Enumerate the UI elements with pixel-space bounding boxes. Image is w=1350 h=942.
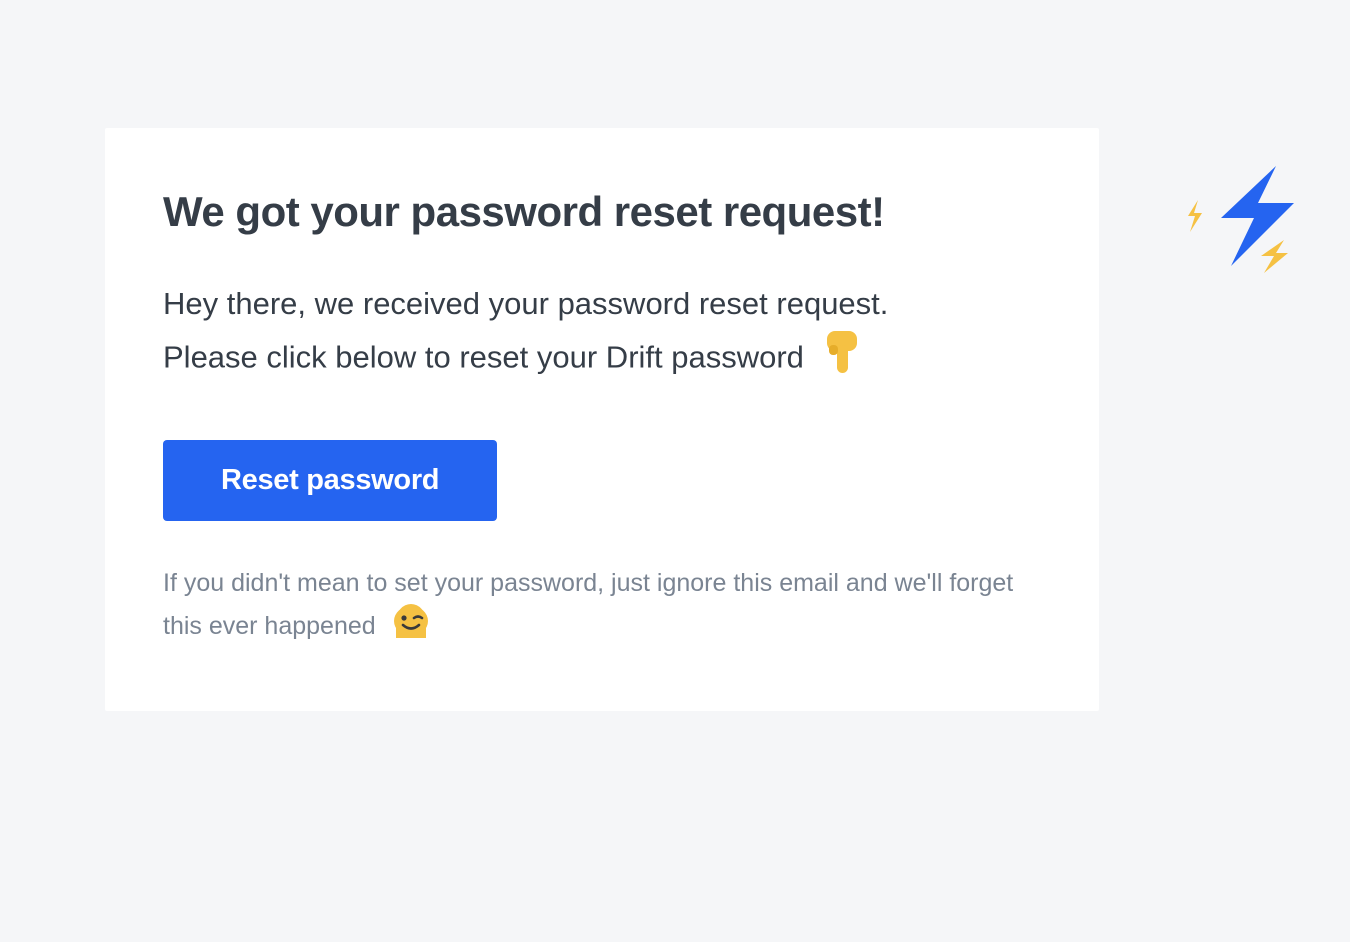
email-body-line2: Please click below to reset your Drift p…: [163, 340, 804, 375]
small-lightning-bolt-icon: [1188, 200, 1202, 232]
email-card: We got your password reset request! Hey …: [105, 128, 1099, 711]
email-body-line1: Hey there, we received your password res…: [163, 286, 888, 321]
email-footer-text: If you didn't mean to set your password,…: [163, 569, 1013, 640]
email-footer: If you didn't mean to set your password,…: [163, 563, 1041, 652]
reset-password-button[interactable]: Reset password: [163, 440, 497, 521]
small-lightning-bolt-icon: [1261, 240, 1288, 273]
wink-face-icon: [391, 604, 431, 651]
lightning-bolt-decoration: [1166, 158, 1316, 283]
point-down-icon: [823, 329, 861, 390]
email-body: Hey there, we received your password res…: [163, 280, 1041, 390]
large-lightning-bolt-icon: [1221, 166, 1294, 266]
email-heading: We got your password reset request!: [163, 188, 1041, 236]
